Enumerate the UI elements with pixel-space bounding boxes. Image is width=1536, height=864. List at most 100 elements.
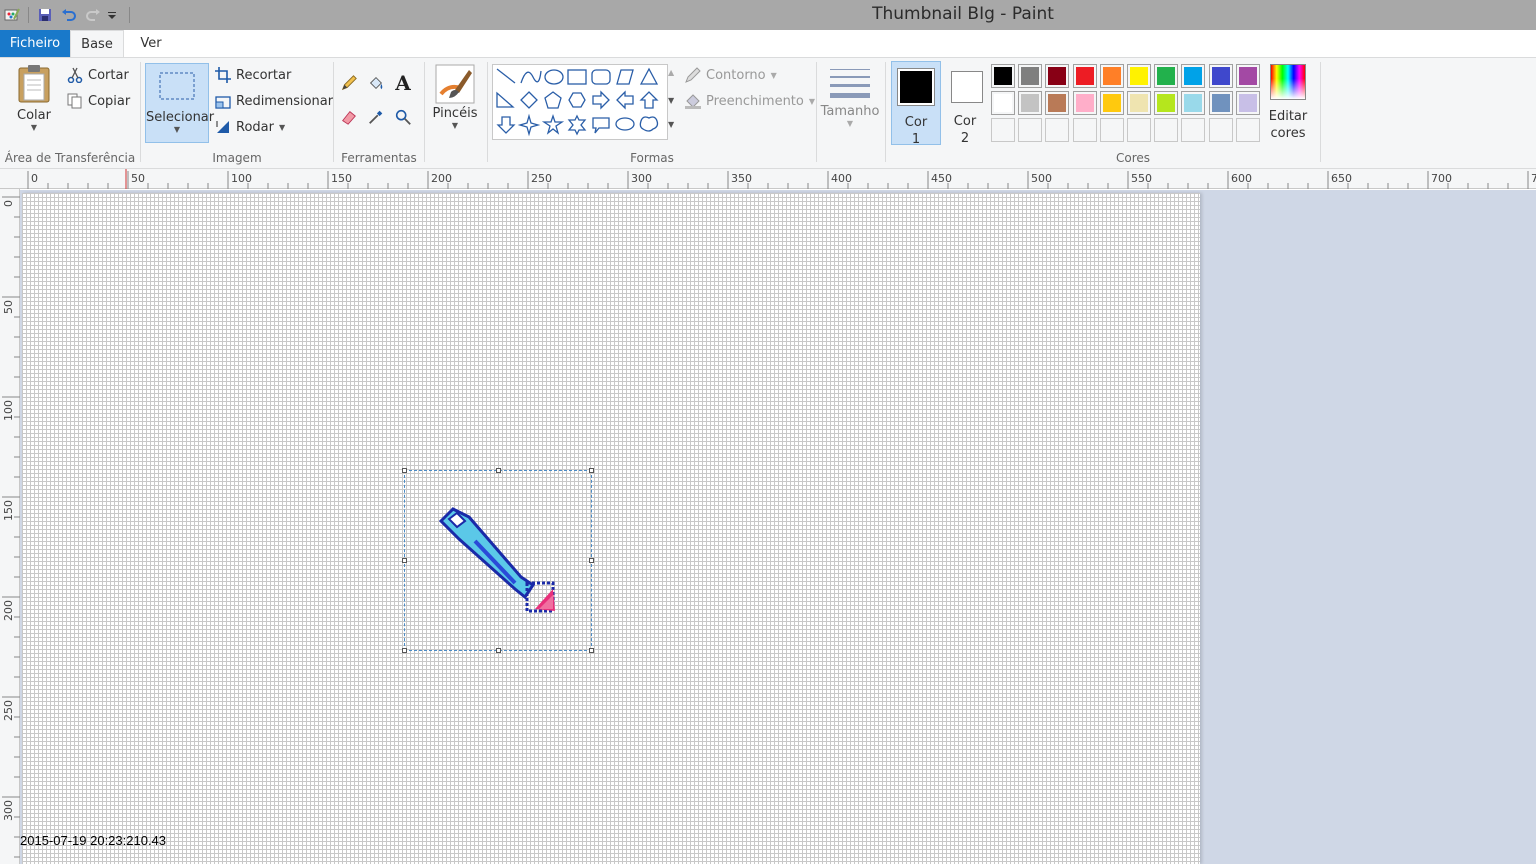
tab-base[interactable]: Base xyxy=(70,30,124,58)
palette-swatch[interactable] xyxy=(1045,91,1070,115)
select-button[interactable]: Selecionar ▼ xyxy=(145,63,214,143)
palette-swatch[interactable] xyxy=(1181,64,1206,88)
vertical-ruler: 0 50 100 150 200 250 300 xyxy=(0,189,20,864)
palette-swatch[interactable] xyxy=(1208,64,1233,88)
customize-dropdown-icon[interactable] xyxy=(105,4,119,26)
magnifier-tool[interactable] xyxy=(394,108,416,126)
redo-icon[interactable] xyxy=(81,4,105,26)
copy-icon xyxy=(66,92,84,110)
palette-swatch[interactable] xyxy=(1127,91,1151,115)
chevron-down-icon: ▼ xyxy=(451,121,459,130)
tab-ficheiro[interactable]: Ficheiro xyxy=(0,30,70,57)
undo-icon[interactable] xyxy=(57,4,81,26)
pencil-icon xyxy=(340,74,358,92)
resize-handle[interactable] xyxy=(402,648,407,653)
color2-button[interactable]: Cor 2 xyxy=(943,61,987,146)
palette-swatch[interactable] xyxy=(1099,64,1124,88)
shapes-scroll-up-icon[interactable]: ▲ xyxy=(668,68,674,77)
palette-swatch[interactable] xyxy=(1127,64,1151,88)
size-button[interactable]: Tamanho ▼ xyxy=(820,66,880,146)
right-triangle-shape-icon xyxy=(496,91,515,108)
crop-button[interactable]: Recortar xyxy=(214,66,291,84)
paint-app-icon[interactable] xyxy=(0,4,24,26)
tab-ver[interactable]: Ver xyxy=(136,30,166,58)
ruler-label: 100 xyxy=(2,400,15,421)
palette-swatch[interactable] xyxy=(1018,91,1043,115)
drawing-canvas[interactable] xyxy=(22,193,1200,864)
fill-bucket-icon xyxy=(684,92,702,110)
canvas-workspace xyxy=(20,190,1536,864)
palette-empty-swatch[interactable] xyxy=(1127,118,1151,142)
palette-empty-swatch[interactable] xyxy=(1018,118,1043,142)
paste-button[interactable]: Colar ▼ xyxy=(8,64,60,144)
palette-empty-swatch[interactable] xyxy=(1208,118,1233,142)
resize-handle[interactable] xyxy=(589,648,594,653)
save-icon[interactable] xyxy=(33,4,57,26)
pencil-tool[interactable] xyxy=(340,74,362,92)
palette-empty-swatch[interactable] xyxy=(1235,118,1260,142)
scissors-icon xyxy=(66,66,84,84)
palette-swatch[interactable] xyxy=(1072,64,1097,88)
text-tool[interactable]: A xyxy=(394,71,416,95)
image-group-label: Imagem xyxy=(212,151,262,165)
polygon-shape-icon xyxy=(616,69,634,85)
resize-handle[interactable] xyxy=(496,648,501,653)
palette-empty-swatch[interactable] xyxy=(1045,118,1070,142)
ribbon: Colar ▼ Cortar Copiar Área de Transferên… xyxy=(0,57,1536,169)
group-divider xyxy=(424,62,425,162)
palette-swatch[interactable] xyxy=(991,91,1015,115)
color-spectrum-icon xyxy=(1264,64,1312,100)
fill-tool[interactable] xyxy=(367,74,389,92)
qat-separator xyxy=(28,7,29,23)
palette-empty-swatch[interactable] xyxy=(1154,118,1179,142)
palette-swatch[interactable] xyxy=(1072,91,1097,115)
edit-colors-button[interactable]: Editar cores xyxy=(1264,64,1312,148)
curve-shape-icon xyxy=(520,70,542,84)
color1-button[interactable]: Cor 1 xyxy=(891,61,941,147)
palette-empty-swatch[interactable] xyxy=(1181,118,1206,142)
selection-rectangle-icon xyxy=(146,72,208,100)
palette-swatch[interactable] xyxy=(1181,91,1206,115)
selection-box[interactable] xyxy=(402,468,594,653)
palette-swatch[interactable] xyxy=(1235,64,1260,88)
palette-empty-swatch[interactable] xyxy=(1072,118,1097,142)
triangle-shape-icon xyxy=(639,67,659,85)
ruler-label: 0 xyxy=(31,172,38,185)
rotate-button[interactable]: Rodar ▼ xyxy=(214,118,285,136)
resize-button[interactable]: Redimensionar xyxy=(214,92,333,110)
color-palette xyxy=(991,64,1263,146)
copy-button[interactable]: Copiar xyxy=(66,92,130,110)
eraser-tool[interactable] xyxy=(340,108,362,126)
rotate-icon xyxy=(214,118,232,136)
chevron-down-icon: ▼ xyxy=(770,70,777,80)
palette-empty-swatch[interactable] xyxy=(1099,118,1124,142)
right-arrow-shape-icon xyxy=(592,90,610,110)
brushes-button[interactable]: Pincéis ▼ xyxy=(430,64,480,144)
resize-handle[interactable] xyxy=(589,558,594,563)
palette-swatch[interactable] xyxy=(1099,91,1124,115)
resize-handle[interactable] xyxy=(402,468,407,473)
cut-button[interactable]: Cortar xyxy=(66,66,129,84)
shapes-gallery[interactable] xyxy=(492,64,668,140)
shapes-more-icon[interactable]: ▼ xyxy=(668,120,674,129)
shapes-scroll-down-icon[interactable]: ▼ xyxy=(668,96,674,105)
palette-swatch[interactable] xyxy=(1154,64,1179,88)
palette-swatch[interactable] xyxy=(1018,64,1043,88)
outline-brush-icon xyxy=(684,66,702,84)
palette-empty-swatch[interactable] xyxy=(991,118,1015,142)
palette-swatch[interactable] xyxy=(1154,91,1179,115)
palette-swatch[interactable] xyxy=(1208,91,1233,115)
color-picker-tool[interactable] xyxy=(367,108,389,126)
palette-swatch[interactable] xyxy=(991,64,1015,88)
palette-swatch[interactable] xyxy=(1045,64,1070,88)
resize-handle[interactable] xyxy=(402,558,407,563)
ruler-label: 150 xyxy=(2,500,15,521)
outline-button[interactable]: Contorno ▼ xyxy=(684,66,777,84)
resize-label: Redimensionar xyxy=(236,93,334,109)
palette-swatch[interactable] xyxy=(1235,91,1260,115)
resize-handle[interactable] xyxy=(496,468,501,473)
resize-handle[interactable] xyxy=(589,468,594,473)
chevron-down-icon: ▼ xyxy=(846,119,854,128)
ruler-label: 100 xyxy=(231,172,252,185)
fill-button[interactable]: Preenchimento ▼ xyxy=(684,92,815,110)
